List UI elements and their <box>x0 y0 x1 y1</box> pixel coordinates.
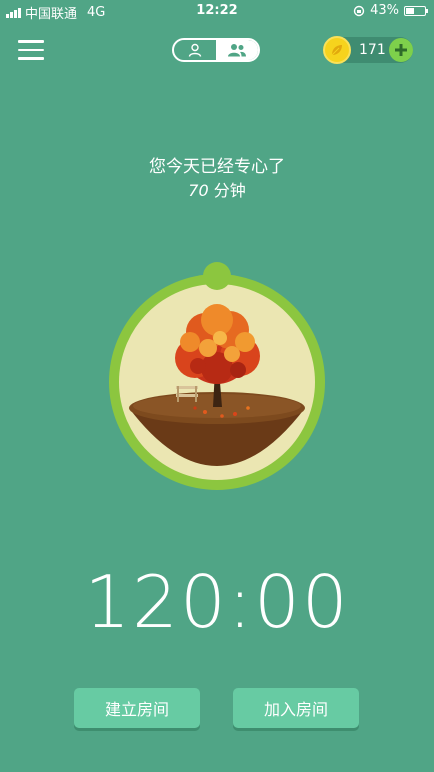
mode-toggle <box>172 38 260 62</box>
leaf-coin-icon <box>323 36 351 64</box>
join-room-button[interactable]: 加入房间 <box>233 688 359 728</box>
focus-minutes: 70 <box>188 181 209 200</box>
coin-balance: 171 <box>323 36 413 64</box>
coin-count: 171 <box>359 42 386 58</box>
create-room-button[interactable]: 建立房间 <box>74 688 200 728</box>
add-coins-button[interactable] <box>389 38 413 62</box>
menu-icon-bar <box>18 57 44 60</box>
menu-button[interactable] <box>18 40 44 62</box>
person-icon <box>188 43 202 57</box>
battery-icon <box>404 5 428 16</box>
status-right: 43% <box>353 3 428 18</box>
timer-display: 120:00 <box>84 560 350 644</box>
plus-icon <box>395 44 407 56</box>
status-bar: 中国联通 4G 12:22 43% <box>0 0 434 22</box>
group-icon <box>228 44 246 57</box>
single-mode-tab[interactable] <box>174 40 216 60</box>
menu-icon-bar <box>18 40 44 43</box>
tree-illustration <box>109 262 325 490</box>
menu-icon-bar <box>18 48 44 51</box>
rotation-lock-icon <box>353 5 365 16</box>
focus-summary-text: 您今天已经专心了 <box>149 157 285 177</box>
tree-progress <box>100 262 334 506</box>
focus-minutes-line: 70 分钟 <box>0 177 434 201</box>
progress-knob[interactable] <box>203 262 231 290</box>
battery-fill <box>406 7 414 14</box>
battery-percent: 43% <box>370 3 399 18</box>
group-mode-tab[interactable] <box>216 40 258 60</box>
focus-minutes-unit: 分钟 <box>213 181 246 200</box>
